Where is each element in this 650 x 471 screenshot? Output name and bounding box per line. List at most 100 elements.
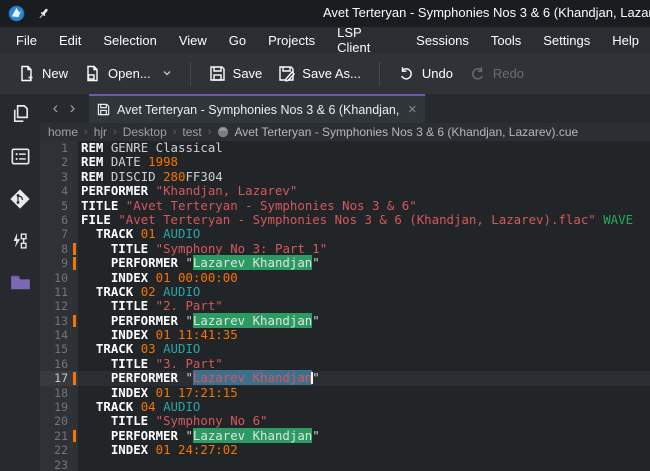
code-segment: AUDIO	[163, 284, 200, 299]
code-segment	[156, 226, 163, 241]
menu-item-edit[interactable]: Edit	[48, 29, 92, 52]
menu-item-settings[interactable]: Settings	[532, 29, 601, 52]
external-tools-icon[interactable]	[8, 228, 33, 253]
save-icon	[209, 65, 226, 82]
code-segment: "	[178, 428, 193, 443]
modified-line-marker	[73, 257, 76, 269]
code-text: TITLE "2. Part"	[78, 299, 650, 313]
menu-item-help[interactable]: Help	[601, 29, 650, 52]
projects-folder-icon[interactable]	[8, 270, 33, 295]
code-line[interactable]: 4PERFORMER "Khandjan, Lazarev"	[40, 184, 650, 198]
breadcrumb-item[interactable]: test	[180, 125, 203, 139]
code-line[interactable]: 23	[40, 458, 650, 471]
code-line[interactable]: 3REM DISCID 280FF304	[40, 170, 650, 184]
code-text: INDEX 01 00:00:00	[78, 271, 650, 285]
code-editor[interactable]: 1REM GENRE Classical2REM DATE 19983REM D…	[40, 141, 650, 471]
code-segment	[118, 198, 125, 213]
filesystem-browser-icon[interactable]	[8, 144, 33, 169]
code-line[interactable]: 7 TRACK 01 AUDIO	[40, 227, 650, 241]
code-line[interactable]: 2REM DATE 1998	[40, 155, 650, 169]
code-line[interactable]: 16 TITLE "3. Part"	[40, 357, 650, 371]
menu-item-projects[interactable]: Projects	[257, 29, 326, 52]
code-line[interactable]: 22 INDEX 01 24:27:02	[40, 443, 650, 457]
code-line[interactable]: 14 INDEX 01 11:41:35	[40, 328, 650, 342]
code-segment	[81, 413, 111, 428]
code-segment	[148, 356, 155, 371]
document-tab[interactable]: Avet Terteryan - Symphonies Nos 3 & 6 (K…	[89, 94, 425, 123]
code-line[interactable]: 11 TRACK 02 AUDIO	[40, 285, 650, 299]
pin-icon[interactable]	[36, 6, 51, 21]
history-back-button[interactable]: ‹	[47, 94, 64, 123]
code-text: REM DISCID 280FF304	[78, 170, 650, 184]
code-line[interactable]: 1REM GENRE Classical	[40, 141, 650, 155]
code-segment: 01 17:21:15	[156, 385, 238, 400]
code-line[interactable]: 18 INDEX 01 17:21:15	[40, 386, 650, 400]
line-number: 17	[40, 371, 78, 385]
code-segment: INDEX	[111, 442, 148, 457]
new-document-icon	[18, 65, 35, 82]
breadcrumb-item[interactable]: Desktop	[121, 125, 169, 139]
code-segment: FILE	[81, 212, 111, 227]
menu-item-view[interactable]: View	[168, 29, 218, 52]
open-dropdown-chevron-icon[interactable]	[162, 66, 172, 81]
history-forward-button[interactable]: ›	[64, 94, 81, 123]
code-segment: 02	[141, 284, 156, 299]
menu-item-go[interactable]: Go	[218, 29, 257, 52]
code-segment	[81, 298, 111, 313]
code-line[interactable]: 5TITLE "Avet Terteryan - Symphonies Nos …	[40, 199, 650, 213]
git-icon[interactable]	[8, 186, 33, 211]
code-line[interactable]: 9 PERFORMER "Lazarev Khandjan"	[40, 256, 650, 270]
code-segment: TITLE	[111, 298, 148, 313]
code-text: PERFORMER "Khandjan, Lazarev"	[78, 184, 650, 198]
code-segment	[81, 385, 111, 400]
open-button[interactable]: Open...	[76, 59, 180, 88]
new-button-label: New	[42, 66, 68, 81]
line-number: 7	[40, 227, 78, 241]
code-segment: REM	[81, 141, 103, 155]
code-segment: 04	[141, 399, 156, 414]
menu-item-file[interactable]: File	[5, 29, 48, 52]
modified-line-marker	[73, 372, 76, 384]
menu-item-tools[interactable]: Tools	[480, 29, 532, 52]
menu-item-selection[interactable]: Selection	[92, 29, 167, 52]
code-segment	[81, 370, 111, 385]
code-segment: DATE	[103, 154, 148, 169]
undo-icon	[398, 65, 415, 82]
redo-button[interactable]: Redo	[461, 59, 532, 88]
open-document-icon	[84, 65, 101, 82]
code-line[interactable]: 19 TRACK 04 AUDIO	[40, 400, 650, 414]
code-segment	[156, 399, 163, 414]
breadcrumb-file[interactable]: Avet Terteryan - Symphonies Nos 3 & 6 (K…	[234, 125, 578, 139]
save-as-button[interactable]: Save As...	[270, 59, 369, 88]
code-line[interactable]: 12 TITLE "2. Part"	[40, 299, 650, 313]
code-line[interactable]: 13 PERFORMER "Lazarev Khandjan"	[40, 314, 650, 328]
content-column: ‹ › Avet Terteryan - Symphonies Nos 3 & …	[40, 94, 650, 471]
code-segment: "Avet Terteryan - Symphonies Nos 3 & 6 (…	[118, 212, 595, 227]
code-segment: 01 11:41:35	[156, 327, 238, 342]
code-segment: Lazarev Khandjan	[193, 428, 312, 443]
code-segment: FF304	[185, 169, 222, 184]
breadcrumb-item[interactable]: hjr	[92, 125, 109, 139]
code-line[interactable]: 10 INDEX 01 00:00:00	[40, 271, 650, 285]
breadcrumb-item[interactable]: home	[46, 125, 80, 139]
line-number: 21	[40, 429, 78, 443]
line-number: 1	[40, 141, 78, 155]
code-line[interactable]: 6FILE "Avet Terteryan - Symphonies Nos 3…	[40, 213, 650, 227]
line-number: 16	[40, 357, 78, 371]
code-segment	[81, 428, 111, 443]
code-line[interactable]: 20 TITLE "Symphony No 6"	[40, 414, 650, 428]
code-line[interactable]: 17 PERFORMER "Lazarev Khandjan"	[40, 371, 650, 385]
code-line[interactable]: 21 PERFORMER "Lazarev Khandjan"	[40, 429, 650, 443]
code-segment	[81, 270, 111, 285]
tab-close-icon[interactable]: ✕	[406, 103, 417, 116]
line-number: 4	[40, 184, 78, 198]
code-segment: "	[178, 313, 193, 328]
code-line[interactable]: 8 TITLE "Symphony No 3: Part 1"	[40, 242, 650, 256]
documents-icon[interactable]	[8, 102, 33, 127]
new-button[interactable]: New	[10, 59, 76, 88]
menu-item-sessions[interactable]: Sessions	[405, 29, 480, 52]
code-line[interactable]: 15 TRACK 03 AUDIO	[40, 342, 650, 356]
undo-button[interactable]: Undo	[390, 59, 461, 88]
save-button[interactable]: Save	[201, 59, 271, 88]
code-segment: TITLE	[111, 413, 148, 428]
